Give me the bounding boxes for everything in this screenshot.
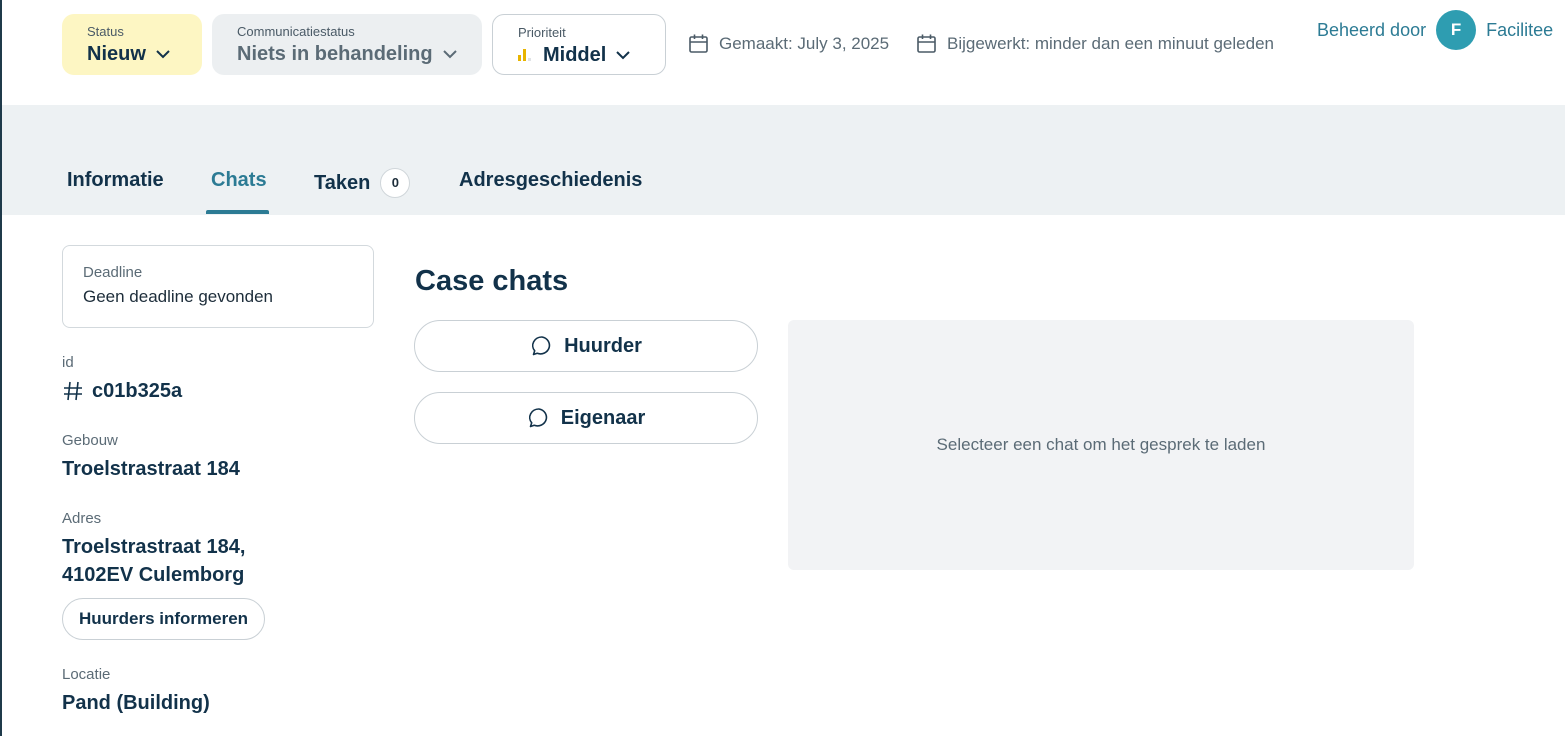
building-label: Gebouw bbox=[62, 432, 118, 449]
inform-tenants-button[interactable]: Huurders informeren bbox=[62, 598, 265, 640]
tab-adresgeschiedenis[interactable]: Adresgeschiedenis bbox=[459, 168, 642, 192]
building-field: Gebouw Troelstrastraat 184 bbox=[62, 432, 240, 483]
active-tab-indicator bbox=[206, 210, 269, 214]
chat-bubble-icon bbox=[532, 336, 551, 356]
status-caption: Status bbox=[87, 24, 124, 39]
address-field: Adres Troelstrastraat 184, 4102EV Culemb… bbox=[62, 510, 245, 589]
communication-status-value: Niets in behandeling bbox=[237, 43, 433, 65]
tenant-chat-button[interactable]: Huurder bbox=[414, 320, 758, 372]
managed-by-label: Beheerd door bbox=[1317, 19, 1427, 40]
tab-taken[interactable]: Taken 0 bbox=[314, 168, 411, 198]
status-value: Nieuw bbox=[87, 43, 146, 65]
priority-dropdown[interactable]: Prioriteit Middel bbox=[492, 14, 666, 75]
created-text: Gemaakt: July 3, 2025 bbox=[719, 33, 890, 53]
building-value: Troelstrastraat 184 bbox=[62, 458, 240, 480]
tab-informatie[interactable]: Informatie bbox=[67, 168, 164, 192]
updated-text: Bijgewerkt: minder dan een minuut gelede… bbox=[947, 33, 1274, 53]
deadline-value: Geen deadline gevonden bbox=[83, 287, 273, 306]
priority-value: Middel bbox=[543, 44, 607, 66]
location-label: Locatie bbox=[62, 666, 111, 683]
tasks-count-badge: 0 bbox=[380, 168, 411, 198]
priority-caption: Prioriteit bbox=[518, 25, 566, 40]
location-field: Locatie Pand (Building) bbox=[62, 666, 210, 717]
tab-label: Adresgeschiedenis bbox=[459, 169, 643, 191]
tab-label: Taken bbox=[314, 172, 371, 194]
chevron-down-icon bbox=[442, 50, 457, 59]
case-chats-title: Case chats bbox=[415, 265, 569, 297]
created-date: Gemaakt: July 3, 2025 bbox=[688, 33, 889, 54]
deadline-label: Deadline bbox=[83, 264, 143, 281]
hash-icon bbox=[64, 381, 82, 401]
managed-by-name: Facilitee bbox=[1486, 19, 1554, 40]
chat-bubble-icon bbox=[528, 408, 547, 428]
address-line-2: 4102EV Culemborg bbox=[62, 564, 245, 586]
tenant-chat-label: Huurder bbox=[564, 334, 642, 357]
id-value: c01b325a bbox=[92, 380, 183, 402]
chevron-down-icon bbox=[156, 50, 170, 59]
chat-empty-message: Selecteer een chat om het gesprek te lad… bbox=[936, 435, 1266, 454]
communication-status-dropdown[interactable]: Communicatiestatus Niets in behandeling bbox=[212, 14, 482, 75]
priority-bars-icon bbox=[518, 49, 531, 61]
avatar: F bbox=[1436, 10, 1477, 50]
calendar-icon bbox=[689, 34, 708, 53]
calendar-icon bbox=[917, 34, 936, 53]
id-field: id c01b325a bbox=[62, 354, 182, 405]
tab-label: Chats bbox=[211, 169, 267, 191]
deadline-card: Deadline Geen deadline gevonden bbox=[62, 245, 374, 328]
updated-date: Bijgewerkt: minder dan een minuut gelede… bbox=[916, 33, 1274, 54]
chat-panel: Selecteer een chat om het gesprek te lad… bbox=[788, 320, 1414, 570]
address-label: Adres bbox=[62, 510, 102, 527]
status-dropdown[interactable]: Status Nieuw bbox=[62, 14, 202, 75]
managed-by[interactable]: Beheerd door F Facilitee bbox=[1317, 10, 1553, 50]
tab-label: Informatie bbox=[67, 169, 164, 191]
tabs-bar bbox=[2, 105, 1565, 215]
tab-chats[interactable]: Chats bbox=[211, 168, 267, 192]
owner-chat-button[interactable]: Eigenaar bbox=[414, 392, 758, 444]
address-line-1: Troelstrastraat 184, bbox=[62, 536, 246, 558]
owner-chat-label: Eigenaar bbox=[560, 406, 646, 429]
location-value: Pand (Building) bbox=[62, 692, 210, 714]
id-label: id bbox=[62, 354, 74, 371]
communication-status-caption: Communicatiestatus bbox=[237, 24, 355, 39]
chevron-down-icon bbox=[616, 51, 631, 60]
